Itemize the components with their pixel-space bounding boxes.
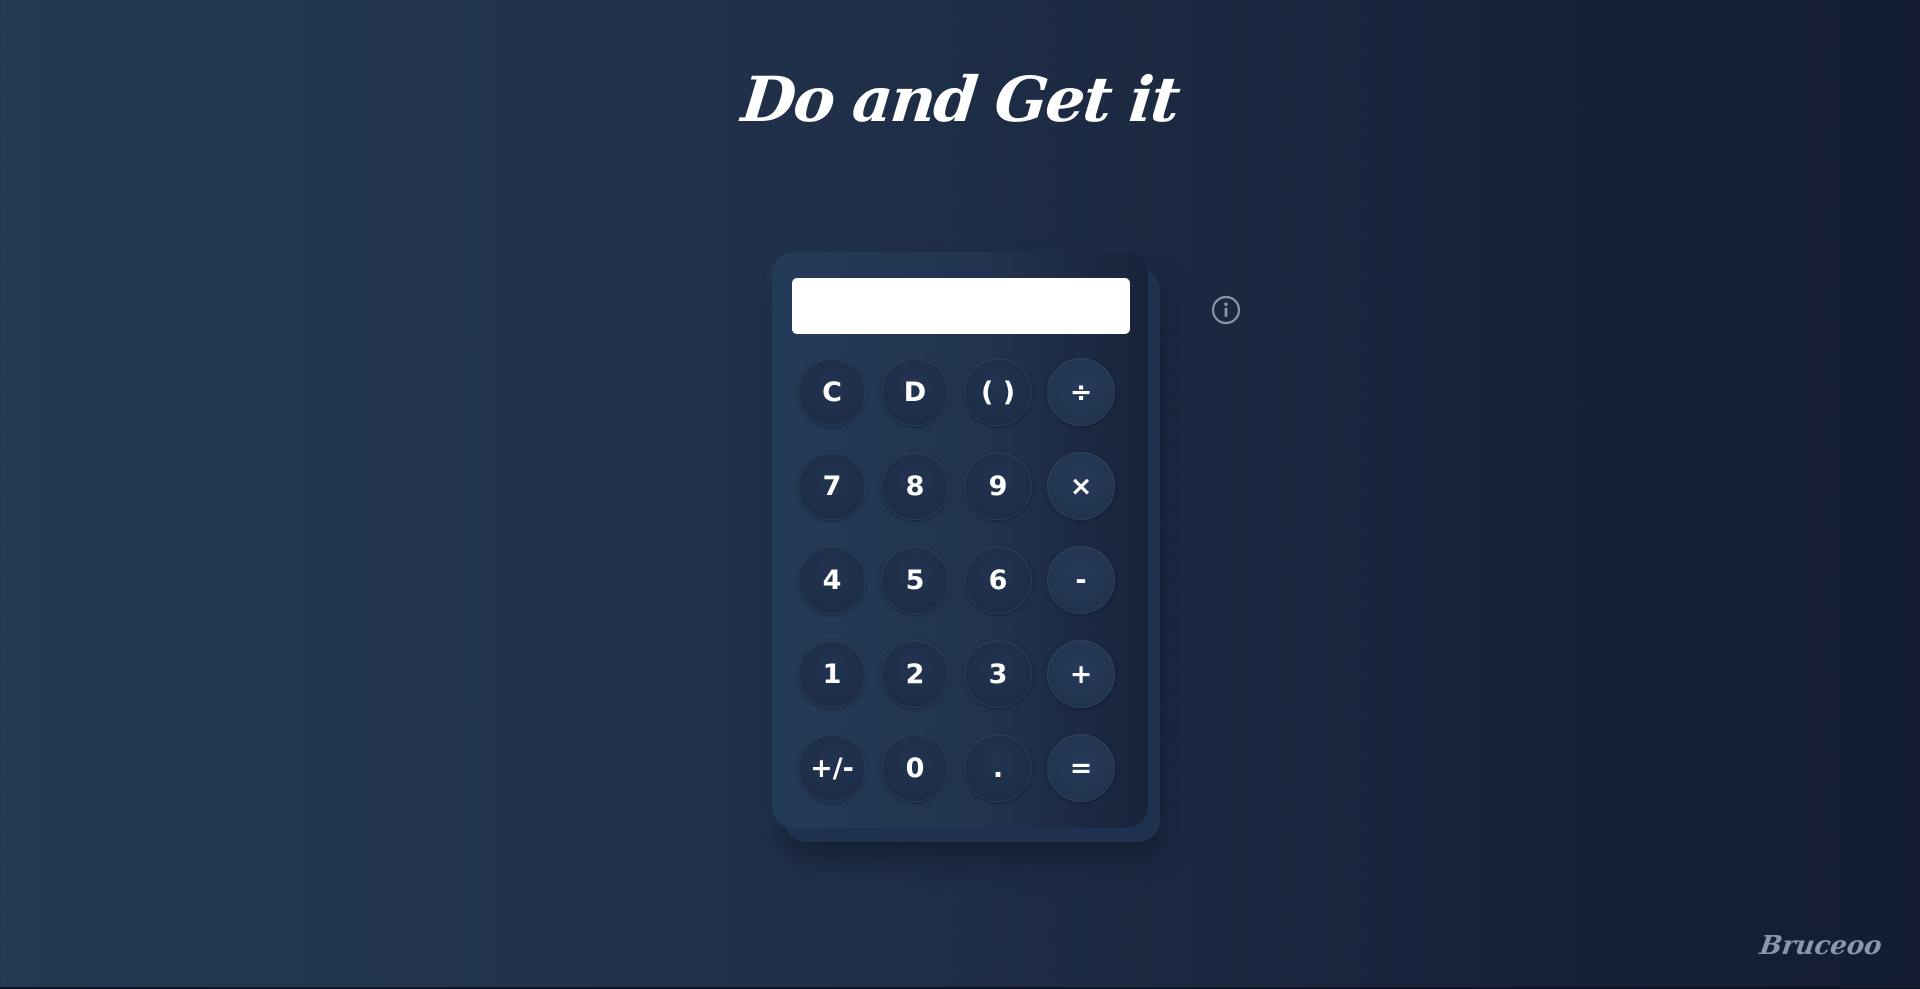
key-decimal[interactable]: .: [964, 734, 1032, 802]
key-zero[interactable]: 0: [881, 734, 949, 802]
calculator-display[interactable]: [792, 278, 1130, 334]
key-parentheses[interactable]: ( ): [964, 358, 1032, 426]
key-clear[interactable]: C: [798, 358, 866, 426]
key-equals[interactable]: =: [1047, 734, 1115, 802]
keypad: C D ( ) ÷ 7 8 9 × 4 5 6 - 1 2 3 + +/- 0 …: [798, 358, 1115, 802]
key-multiply[interactable]: ×: [1047, 452, 1115, 520]
key-eight[interactable]: 8: [881, 452, 949, 520]
key-seven[interactable]: 7: [798, 452, 866, 520]
key-add[interactable]: +: [1047, 640, 1115, 708]
key-subtract[interactable]: -: [1047, 546, 1115, 614]
key-six[interactable]: 6: [964, 546, 1032, 614]
key-two[interactable]: 2: [881, 640, 949, 708]
key-nine[interactable]: 9: [964, 452, 1032, 520]
info-circle-icon[interactable]: [1211, 295, 1241, 325]
key-four[interactable]: 4: [798, 546, 866, 614]
key-five[interactable]: 5: [881, 546, 949, 614]
key-three[interactable]: 3: [964, 640, 1032, 708]
calculator: C D ( ) ÷ 7 8 9 × 4 5 6 - 1 2 3 + +/- 0 …: [772, 252, 1148, 828]
key-delete[interactable]: D: [881, 358, 949, 426]
key-negate[interactable]: +/-: [798, 734, 866, 802]
brand-signature: Bruceoo: [1758, 931, 1885, 961]
key-one[interactable]: 1: [798, 640, 866, 708]
page-title: Do and Get it: [738, 62, 1182, 136]
key-divide[interactable]: ÷: [1047, 358, 1115, 426]
